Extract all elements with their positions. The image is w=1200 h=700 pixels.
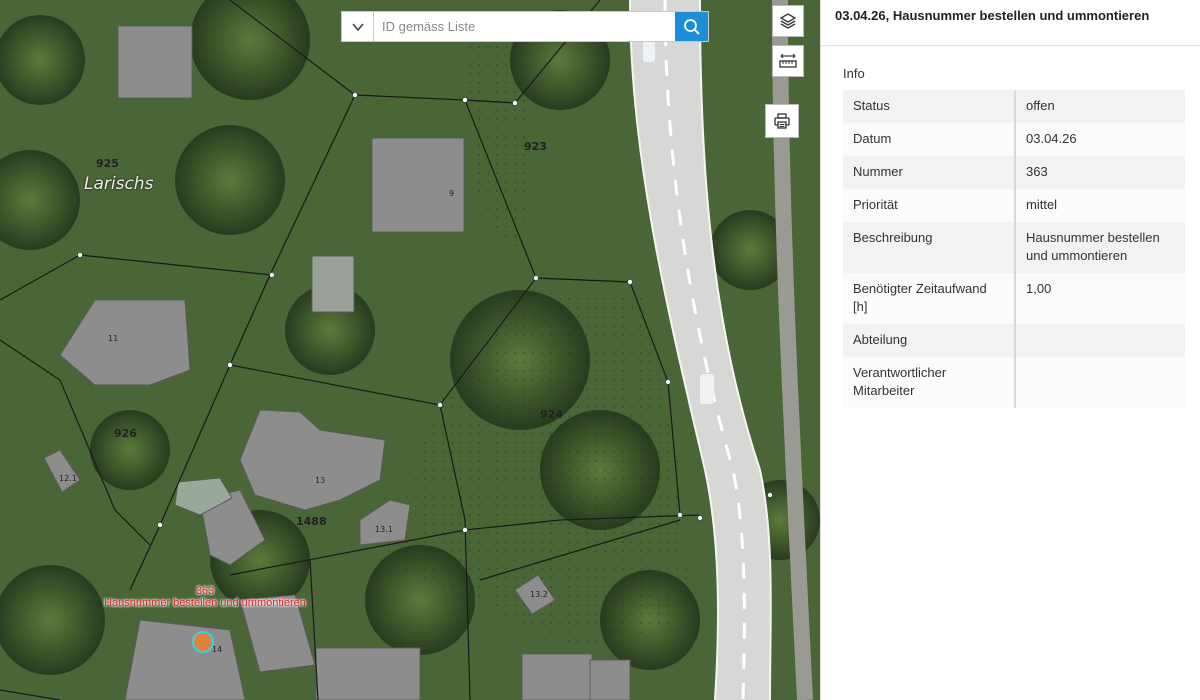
row-key: Verantwortlicher Mitarbeiter [843, 357, 1016, 408]
row-value [1015, 357, 1185, 408]
house-number-label: 11 [108, 334, 119, 343]
row-value: mittel [1015, 189, 1185, 222]
task-location-marker[interactable] [192, 631, 214, 653]
info-section: Info Status offen Datum 03.04.26 Nummer … [821, 46, 1200, 408]
row-value: 1,00 [1015, 273, 1185, 324]
panel-title: 03.04.26, Hausnummer bestellen und ummon… [821, 0, 1200, 46]
table-row: Benötigter Zeitaufwand [h] 1,00 [843, 273, 1185, 324]
row-value: 03.04.26 [1015, 123, 1185, 156]
row-key: Nummer [843, 156, 1016, 189]
house-number-label: 13 [315, 476, 326, 485]
row-value [1015, 324, 1185, 357]
chevron-down-icon [351, 22, 364, 31]
info-section-label: Info [843, 66, 865, 81]
parcel-label-923: 923 [524, 140, 547, 153]
task-marker-text: Hausnummer bestellen und ummontieren [104, 597, 306, 609]
table-row: Nummer 363 [843, 156, 1185, 189]
parcel-label-924: 924 [540, 408, 563, 421]
row-key: Datum [843, 123, 1016, 156]
search-icon [683, 18, 700, 35]
house-number-label: 14 [212, 645, 223, 654]
table-row: Priorität mittel [843, 189, 1185, 222]
house-number-label: 9 [449, 189, 455, 198]
task-marker-label: 363 Hausnummer bestellen und ummontieren [96, 585, 314, 609]
row-key: Benötigter Zeitaufwand [h] [843, 273, 1016, 324]
map-view[interactable]: 925 Larischs 923 924 926 1488 9 11 13 13… [0, 0, 820, 700]
layers-button[interactable] [772, 5, 804, 37]
task-marker-id: 363 [195, 585, 215, 597]
row-value: offen [1015, 90, 1185, 123]
parcel-label-1488: 1488 [296, 515, 327, 528]
search-bar [341, 11, 709, 42]
table-row: Beschreibung Hausnummer bestellen und um… [843, 222, 1185, 273]
print-button[interactable] [765, 104, 799, 138]
table-row: Status offen [843, 90, 1185, 123]
layers-icon [779, 13, 797, 29]
table-row: Abteilung [843, 324, 1185, 357]
row-key: Priorität [843, 189, 1016, 222]
parcel-label-925: 925 [96, 157, 119, 170]
parcel-label-926: 926 [114, 427, 137, 440]
row-key: Abteilung [843, 324, 1016, 357]
row-key: Status [843, 90, 1016, 123]
detail-panel: 03.04.26, Hausnummer bestellen und ummon… [820, 0, 1200, 700]
printer-icon [774, 113, 790, 129]
house-number-label: 13.2 [530, 590, 548, 599]
row-value: 363 [1015, 156, 1185, 189]
measure-button[interactable] [772, 45, 804, 77]
ruler-icon [779, 53, 797, 68]
row-key: Beschreibung [843, 222, 1016, 273]
search-button[interactable] [675, 12, 708, 41]
info-table: Status offen Datum 03.04.26 Nummer 363 P… [843, 90, 1185, 408]
search-dropdown-toggle[interactable] [342, 12, 374, 41]
table-row: Verantwortlicher Mitarbeiter [843, 357, 1185, 408]
place-name-label: Larischs [84, 174, 154, 194]
search-input[interactable] [374, 12, 675, 41]
row-value: Hausnummer bestellen und ummontieren [1015, 222, 1185, 273]
house-number-label: 12.1 [59, 474, 77, 483]
table-row: Datum 03.04.26 [843, 123, 1185, 156]
house-number-label: 13.1 [375, 525, 393, 534]
